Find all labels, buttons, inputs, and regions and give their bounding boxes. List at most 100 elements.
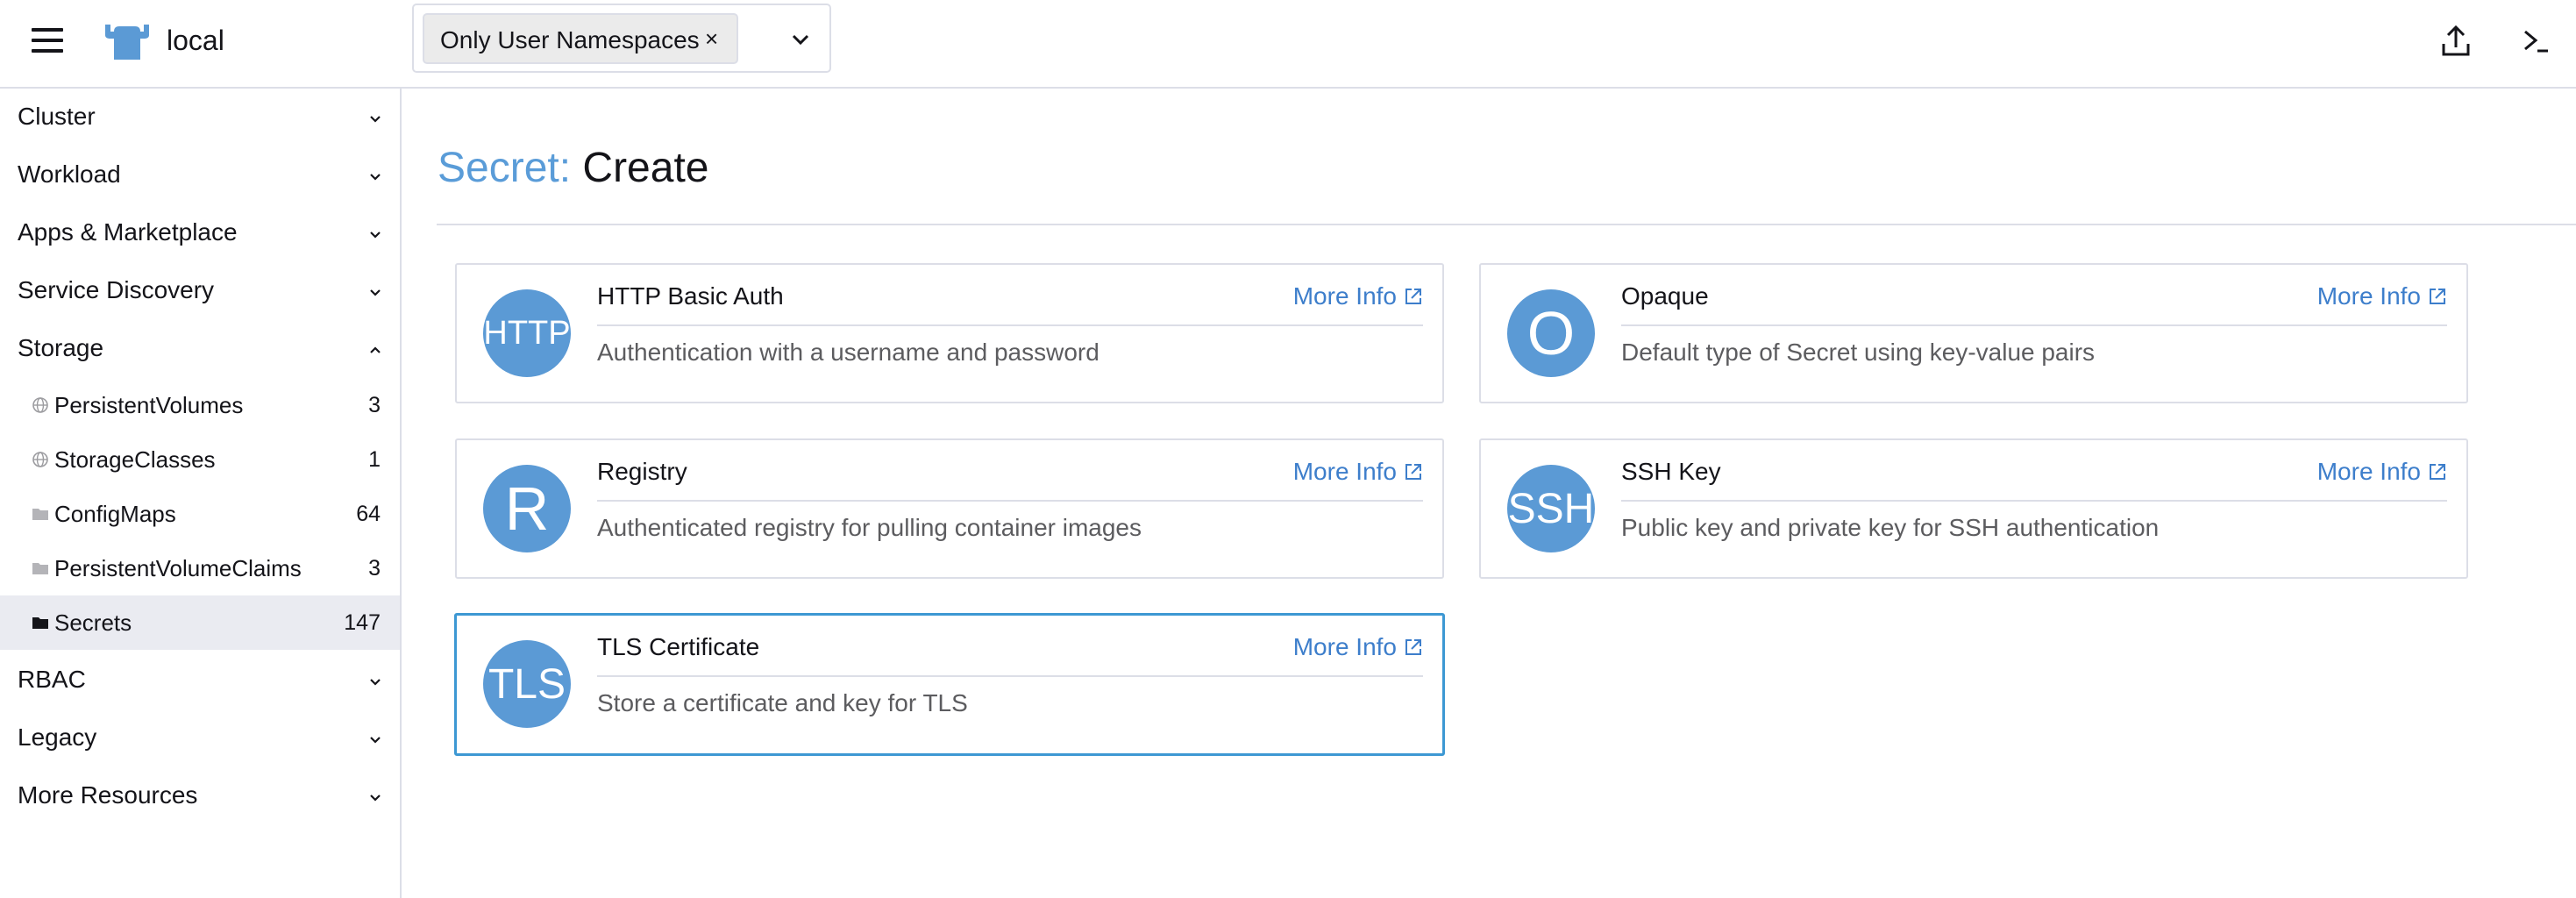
chevron-down-icon [370,737,381,744]
secret-type-card-ssh-key[interactable]: SSH SSH Key More Info Public key and pri… [1479,438,2468,579]
secret-type-description: Default type of Secret using key-value p… [1621,339,2096,366]
sidebar-item-count: 3 [368,393,381,417]
nav-group-cluster[interactable]: Cluster [0,89,400,146]
chevron-down-icon [370,795,381,802]
more-info-label: More Info [2316,282,2421,310]
import-yaml-icon[interactable] [2437,23,2474,60]
nav-group-legacy[interactable]: Legacy [0,709,400,767]
secret-type-badge: HTTP [483,289,571,377]
secret-type-description: Authentication with a username and passw… [597,339,1099,366]
chevron-down-icon [370,679,381,686]
folder-icon [32,509,48,520]
sidebar-item-label: ConfigMaps [54,501,176,527]
external-link-icon [1405,464,1421,480]
nav-group-label: More Resources [18,781,198,809]
more-info-link[interactable]: More Info [1293,456,1423,488]
sidebar-item-label: PersistentVolumes [54,392,244,418]
sidebar-item-persistentvolumeclaims[interactable]: PersistentVolumeClaims 3 [0,541,400,595]
nav-group-service-discovery[interactable]: Service Discovery [0,262,400,320]
nav-group-apps[interactable]: Apps & Marketplace [0,204,400,262]
nav-group-rbac[interactable]: RBAC [0,652,400,709]
secret-type-title: Opaque [1621,282,1709,310]
title-divider [437,224,2576,225]
external-link-icon [1405,289,1421,304]
secret-type-badge: R [483,465,571,552]
nav-group-label: Cluster [18,103,96,130]
sidebar-item-count: 147 [344,610,381,635]
more-info-label: More Info [1292,458,1397,485]
nav-group-more-resources[interactable]: More Resources [0,767,400,825]
secret-type-card-registry[interactable]: R Registry More Info Authenticated regis… [455,438,1444,579]
page-title: Secret: Create [438,140,708,196]
secret-type-badge: SSH [1507,465,1595,552]
nav-group-label: RBAC [18,666,86,693]
more-info-link[interactable]: More Info [1293,281,1423,312]
more-info-link[interactable]: More Info [2317,456,2447,488]
sidebar-item-count: 1 [368,447,381,472]
globe-icon [32,452,48,467]
chip-close-icon[interactable]: × [705,24,718,53]
sidebar-item-secrets[interactable]: Secrets 147 [0,595,400,650]
secret-type-description: Public key and private key for SSH authe… [1621,514,2160,541]
nav-group-label: Storage [18,334,104,361]
external-link-icon [2430,464,2445,480]
nav-group-label: Legacy [18,723,97,751]
more-info-label: More Info [1292,282,1397,310]
globe-icon [32,397,48,413]
page-title-action: Create [582,145,709,191]
card-divider [1621,500,2447,502]
chevron-down-icon [370,232,381,239]
rancher-logo-icon [105,25,149,60]
chevron-down-icon [370,116,381,123]
namespace-filter[interactable]: Only User Namespaces × [412,4,831,73]
secret-type-description: Authenticated registry for pulling conta… [597,514,1142,541]
secret-type-title: Registry [597,458,687,485]
card-divider [1621,324,2447,326]
nav-group-label: Apps & Marketplace [18,218,238,246]
sidebar-item-label: Secrets [54,609,132,636]
kubectl-shell-icon[interactable] [2518,23,2555,60]
nav-group-label: Workload [18,160,121,188]
secret-type-title: HTTP Basic Auth [597,282,784,310]
more-info-link[interactable]: More Info [1293,631,1423,663]
card-divider [597,500,1423,502]
chevron-down-icon [370,174,381,181]
secret-type-card-tls-certificate[interactable]: TLS TLS Certificate More Info Store a ce… [454,613,1445,756]
sidebar-item-label: PersistentVolumeClaims [54,555,302,581]
chevron-down-icon[interactable] [791,30,810,49]
sidebar-item-configmaps[interactable]: ConfigMaps 64 [0,487,400,541]
folder-icon [32,617,48,629]
secret-type-title: TLS Certificate [597,633,760,660]
external-link-icon [2430,289,2445,304]
chevron-down-icon [370,289,381,296]
cluster-name[interactable]: local [167,21,224,60]
sidebar-item-persistentvolumes[interactable]: PersistentVolumes 3 [0,378,400,432]
nav-group-workload[interactable]: Workload [0,146,400,204]
sidebar: Cluster Workload Apps & Marketplace Serv… [0,89,402,898]
more-info-label: More Info [2316,458,2421,485]
nav-group-label: Service Discovery [18,276,215,303]
secret-type-description: Store a certificate and key for TLS [597,689,968,716]
secret-type-badge: TLS [483,640,571,728]
namespace-chip: Only User Namespaces × [423,13,738,64]
sidebar-item-count: 64 [356,502,381,526]
card-divider [597,675,1423,677]
card-divider [597,324,1423,326]
external-link-icon [1405,639,1421,655]
sidebar-item-count: 3 [368,556,381,581]
more-info-link[interactable]: More Info [2317,281,2447,312]
sidebar-item-label: StorageClasses [54,446,216,473]
page-title-resource: Secret: [438,145,572,191]
secret-type-title: SSH Key [1621,458,1721,485]
sidebar-item-storageclasses[interactable]: StorageClasses 1 [0,432,400,487]
nav-group-storage[interactable]: Storage [0,320,400,378]
secret-type-card-opaque[interactable]: O Opaque More Info Default type of Secre… [1479,263,2468,403]
chevron-up-icon [370,346,381,353]
namespace-chip-label: Only User Namespaces [440,26,700,53]
folder-icon [32,563,48,574]
menu-icon[interactable] [32,26,67,54]
secret-type-badge: O [1507,289,1595,377]
more-info-label: More Info [1292,633,1397,660]
top-header: local Only User Namespaces × [0,0,2576,89]
secret-type-card-http-basic-auth[interactable]: HTTP HTTP Basic Auth More Info Authentic… [455,263,1444,403]
